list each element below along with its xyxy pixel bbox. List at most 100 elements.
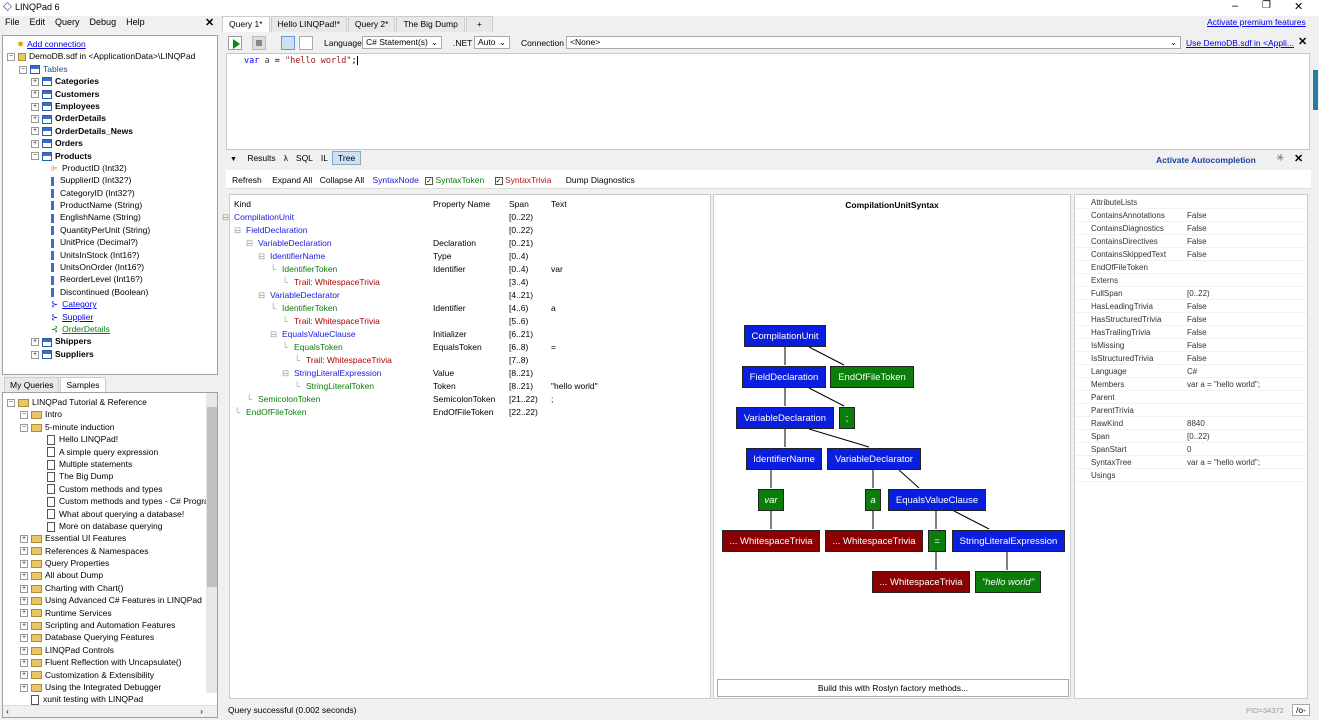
build-roslyn-button[interactable]: Build this with Roslyn factory methods..…: [717, 679, 1069, 697]
schema-row[interactable]: ProductName (String): [7, 199, 217, 211]
close-results-icon[interactable]: ✕: [1294, 152, 1303, 165]
db-row[interactable]: − DemoDB.sdf in <ApplicationData>\LINQPad: [7, 50, 217, 62]
schema-row[interactable]: + Orders: [7, 137, 217, 149]
stop-button[interactable]: [252, 36, 266, 50]
syntaxtoken-checkbox[interactable]: ✓: [425, 177, 434, 185]
activate-autocompletion[interactable]: Activate Autocompletion: [1156, 155, 1256, 165]
menu-file[interactable]: File: [0, 16, 25, 28]
expand-icon[interactable]: +: [20, 535, 28, 544]
schema-row[interactable]: UnitsOnOrder (Int16?): [7, 261, 217, 273]
sample-row[interactable]: + Scripting and Automation Features: [7, 619, 217, 631]
prop-row[interactable]: ContainsSkippedText False: [1075, 248, 1307, 261]
restore-icon[interactable]: ❐: [1262, 0, 1271, 11]
menu-edit[interactable]: Edit: [25, 16, 51, 28]
schema-row[interactable]: SupplierID (Int32?): [7, 174, 217, 186]
prop-row[interactable]: ContainsDiagnostics False: [1075, 222, 1307, 235]
sample-row[interactable]: + Fluent Reflection with Uncapsulate(): [7, 656, 217, 668]
schema-row[interactable]: ReorderLevel (Int16?): [7, 273, 217, 285]
h-scrollbar[interactable]: ‹ ›: [3, 705, 217, 717]
tree-node-row[interactable]: ⊟ EqualsValueClause Initializer [6..21): [230, 328, 710, 341]
expand-icon[interactable]: +: [31, 127, 39, 136]
expand-icon[interactable]: +: [20, 634, 28, 643]
collapse-results-icon[interactable]: ▼: [230, 156, 237, 163]
expand-icon[interactable]: +: [20, 609, 28, 618]
expand-icon[interactable]: +: [31, 90, 39, 99]
tab-lambda[interactable]: λ: [280, 153, 292, 163]
node-variabledeclaration[interactable]: VariableDeclaration: [736, 407, 834, 429]
schema-row[interactable]: Discontinued (Boolean): [7, 286, 217, 298]
sample-row[interactable]: xunit testing with LINQPad: [7, 693, 217, 706]
sample-row[interactable]: + Charting with Chart(): [7, 582, 217, 594]
sample-row[interactable]: A simple query expression: [7, 446, 217, 458]
prop-row[interactable]: Language C#: [1075, 365, 1307, 378]
sample-row[interactable]: Hello LINQPad!: [7, 433, 217, 445]
prop-row[interactable]: IsMissing False: [1075, 339, 1307, 352]
close-connection-icon[interactable]: ✕: [1298, 35, 1307, 48]
prop-row[interactable]: FullSpan [0..22): [1075, 287, 1307, 300]
tab-samples[interactable]: Samples: [60, 377, 106, 392]
prop-row[interactable]: HasStructuredTrivia False: [1075, 313, 1307, 326]
sample-row[interactable]: + Customization & Extensibility: [7, 669, 217, 681]
node-equalsvalueclause[interactable]: EqualsValueClause: [888, 489, 986, 511]
tab-il[interactable]: IL: [317, 153, 332, 163]
tree-node-row[interactable]: ⊟ VariableDeclaration Declaration [0..21): [230, 237, 710, 250]
sample-row[interactable]: Custom methods and types: [7, 483, 217, 495]
sample-row[interactable]: + LINQPad Controls: [7, 644, 217, 656]
sample-row[interactable]: + Using the Integrated Debugger: [7, 681, 217, 693]
sample-row[interactable]: Custom methods and types - C# Progra: [7, 495, 217, 507]
sample-row[interactable]: + References & Namespaces: [7, 545, 217, 557]
sample-row[interactable]: + All about Dump: [7, 569, 217, 581]
tree-node-row[interactable]: ⊟ VariableDeclarator [4..21): [230, 289, 710, 302]
menu-debug[interactable]: Debug: [85, 16, 122, 28]
sample-row[interactable]: − LINQPad Tutorial & Reference: [7, 396, 217, 408]
menu-query[interactable]: Query: [50, 16, 85, 28]
prop-row[interactable]: IsStructuredTrivia False: [1075, 352, 1307, 365]
collapse-all-button[interactable]: Collapse All: [320, 175, 364, 185]
node-whitespace-2[interactable]: ... WhitespaceTrivia: [825, 530, 923, 552]
tree-node-row[interactable]: └ Trail: WhitespaceTrivia [7..8): [230, 354, 710, 367]
schema-row[interactable]: QuantityPerUnit (String): [7, 224, 217, 236]
table-view-button[interactable]: [299, 36, 313, 50]
tree-node-row[interactable]: └ IdentifierToken Identifier [4..6) a: [230, 302, 710, 315]
node-compilationunit[interactable]: CompilationUnit: [744, 325, 826, 347]
tab-results[interactable]: Results: [243, 153, 279, 163]
sample-row[interactable]: + Database Querying Features: [7, 631, 217, 643]
tree-node-row[interactable]: └ EqualsToken EqualsToken [6..8) =: [230, 341, 710, 354]
node-stringliteralexpression[interactable]: StringLiteralExpression: [952, 530, 1065, 552]
expand-icon[interactable]: +: [20, 547, 28, 556]
node-fielddeclaration[interactable]: FieldDeclaration: [742, 366, 826, 388]
expand-icon[interactable]: −: [20, 411, 28, 420]
add-connection-row[interactable]: ✸ Add connection: [7, 38, 217, 50]
expand-icon[interactable]: +: [20, 559, 28, 568]
prop-row[interactable]: RawKind 8840: [1075, 417, 1307, 430]
schema-row[interactable]: EnglishName (String): [7, 211, 217, 223]
scroll-thumb[interactable]: [207, 407, 217, 587]
schema-row[interactable]: ⊱ Category: [7, 298, 217, 310]
node-equals[interactable]: =: [928, 530, 946, 552]
tree-node-row[interactable]: ⊟ IdentifierName Type [0..4): [230, 250, 710, 263]
schema-row[interactable]: ⊫ ProductID (Int32): [7, 162, 217, 174]
prop-row[interactable]: HasLeadingTrivia False: [1075, 300, 1307, 313]
scrollbar[interactable]: [206, 393, 217, 693]
tree-node-row[interactable]: ⊟ FieldDeclaration [0..22): [230, 224, 710, 237]
node-semicolon[interactable]: ;: [839, 407, 855, 429]
syntaxtrivia-checkbox[interactable]: ✓: [494, 177, 503, 185]
prop-row[interactable]: SyntaxTree var a = "hello world";: [1075, 456, 1307, 469]
code-editor[interactable]: var a = "hello world";: [226, 53, 1310, 150]
tree-node-row[interactable]: └ IdentifierToken Identifier [0..4) var: [230, 263, 710, 276]
tree-node-row[interactable]: └ Trail: WhitespaceTrivia [5..6): [230, 315, 710, 328]
sample-row[interactable]: The Big Dump: [7, 470, 217, 483]
tab-my-queries[interactable]: My Queries: [4, 377, 60, 392]
sample-row[interactable]: + Runtime Services: [7, 607, 217, 619]
new-tab-button[interactable]: +: [465, 16, 493, 32]
expand-icon[interactable]: +: [31, 350, 39, 359]
tab-query1[interactable]: Query 1*: [222, 16, 270, 32]
expand-icon[interactable]: +: [20, 671, 28, 680]
prop-row[interactable]: EndOfFileToken: [1075, 261, 1307, 274]
schema-row[interactable]: UnitsInStock (Int16?): [7, 249, 217, 261]
sample-row[interactable]: − Intro: [7, 408, 217, 420]
prop-row[interactable]: Usings: [1075, 469, 1307, 482]
prop-row[interactable]: HasTrailingTrivia False: [1075, 326, 1307, 339]
expand-icon[interactable]: −: [20, 423, 28, 432]
node-variabledeclarator[interactable]: VariableDeclarator: [827, 448, 921, 470]
